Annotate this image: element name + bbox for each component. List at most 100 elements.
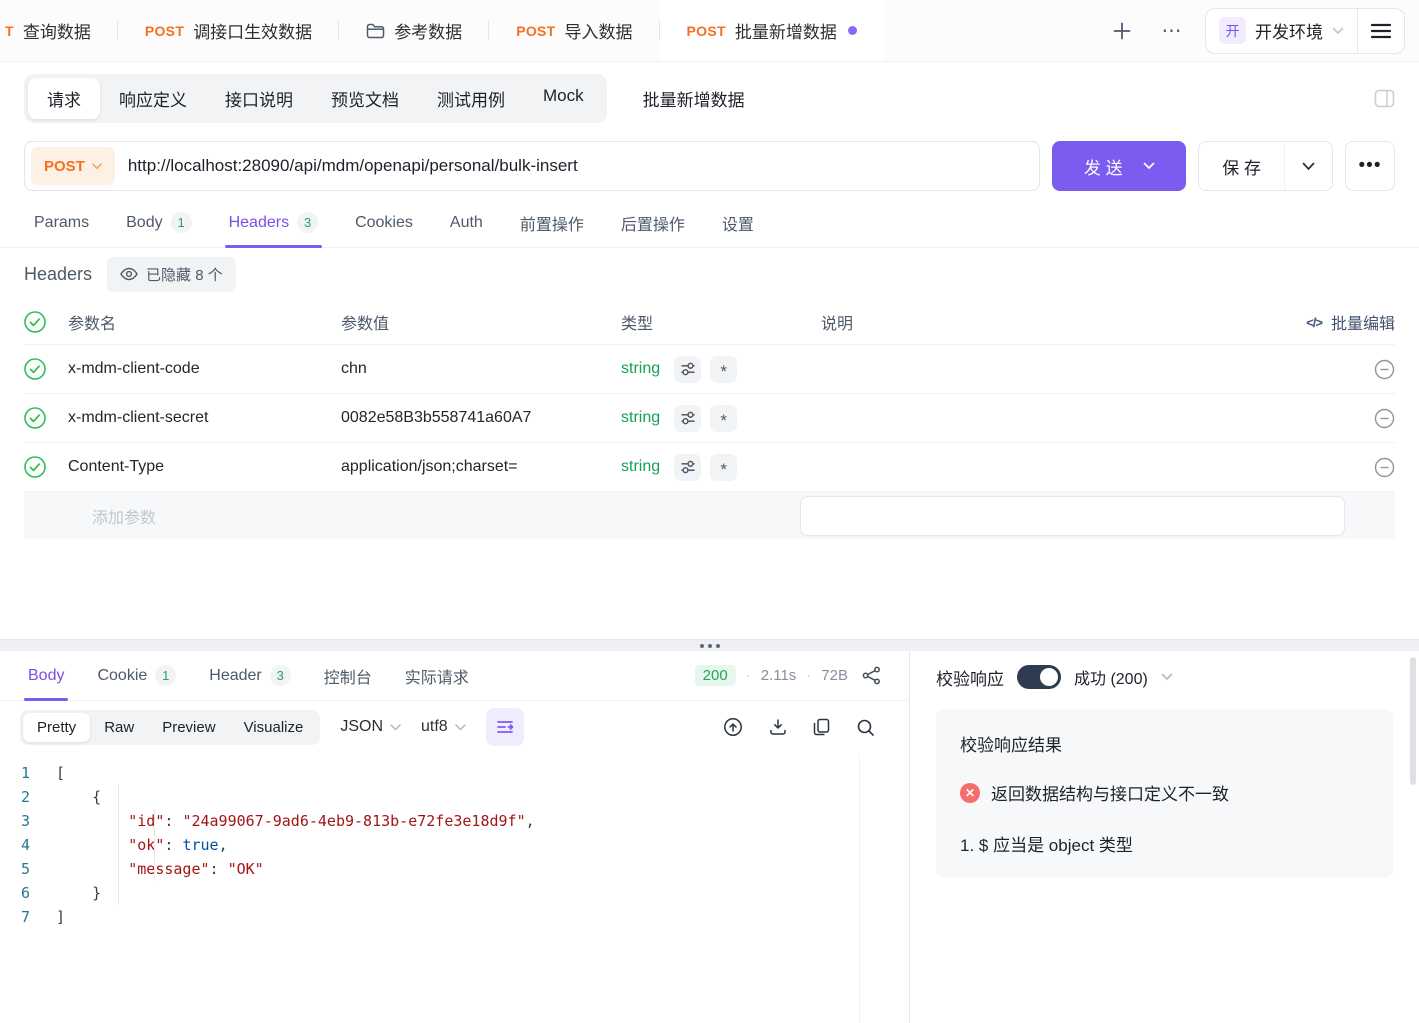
request-tab-0[interactable]: Params xyxy=(34,198,89,247)
doc-mode-4[interactable]: 测试用例 xyxy=(418,78,524,119)
view-mode-2[interactable]: Preview xyxy=(148,713,229,742)
code-content: "id": "24a99067-9ad6-4eb9-813b-e72fe3e18… xyxy=(56,809,535,833)
request-more-button[interactable]: ••• xyxy=(1345,141,1395,191)
doc-mode-3[interactable]: 预览文档 xyxy=(312,78,418,119)
doc-mode-0[interactable]: 请求 xyxy=(28,78,100,119)
request-tab-1[interactable]: Body1 xyxy=(126,198,191,247)
param-required-button[interactable]: * xyxy=(710,454,737,481)
request-tab-label: Params xyxy=(34,214,89,232)
view-mode-0[interactable]: Pretty xyxy=(23,713,90,742)
request-tab-3[interactable]: Cookies xyxy=(355,198,413,247)
param-value[interactable]: chn xyxy=(341,360,621,378)
check-circle-icon xyxy=(24,407,46,429)
request-tab-7[interactable]: 设置 xyxy=(722,198,754,247)
token: , xyxy=(526,812,535,830)
token: : xyxy=(164,812,182,830)
request-tab-label: 前置操作 xyxy=(520,211,584,235)
token: true xyxy=(182,836,218,854)
param-value[interactable]: application/json;charset= xyxy=(341,458,621,476)
method-selector[interactable]: POST xyxy=(31,147,115,185)
copy-button[interactable] xyxy=(813,718,830,736)
add-param-value-input[interactable] xyxy=(800,496,1345,536)
row-enabled-checkbox[interactable] xyxy=(24,456,68,478)
plus-icon xyxy=(1113,22,1131,40)
token: "24a99067-9ad6-4eb9-813b-e72fe3e18d9f" xyxy=(182,812,525,830)
code-line-1: 1[ xyxy=(0,761,909,785)
row-enabled-checkbox[interactable] xyxy=(24,358,68,380)
remove-row-button[interactable] xyxy=(1374,457,1395,478)
view-mode-1[interactable]: Raw xyxy=(90,713,148,742)
menu-button[interactable] xyxy=(1358,23,1404,39)
token: [ xyxy=(56,764,65,782)
response-tab-2[interactable]: Header3 xyxy=(209,651,290,700)
request-tab-5[interactable]: 前置操作 xyxy=(520,198,584,247)
request-tab-6[interactable]: 后置操作 xyxy=(621,198,685,247)
validation-error-row: ✕ 返回数据结构与接口定义不一致 xyxy=(960,780,1369,805)
param-settings-button[interactable] xyxy=(674,454,701,481)
format-code-button[interactable] xyxy=(486,708,524,746)
response-meta: 200·2.11s·72B xyxy=(695,651,881,700)
api-client-window: T查询数据POST调接口生效数据参考数据POST导入数据POST批量新增数据 ⋯… xyxy=(0,0,1419,1023)
save-options-button[interactable] xyxy=(1284,142,1332,190)
doc-mode-2[interactable]: 接口说明 xyxy=(206,78,312,119)
param-settings-button[interactable] xyxy=(674,405,701,432)
param-required-button[interactable]: * xyxy=(710,405,737,432)
copy-icon xyxy=(813,718,830,736)
doc-mode-5[interactable]: Mock xyxy=(524,78,603,119)
download-button[interactable] xyxy=(769,718,787,736)
search-button[interactable] xyxy=(856,718,875,737)
tab-overflow-button[interactable]: ⋯ xyxy=(1155,14,1189,48)
select-all-checkbox[interactable] xyxy=(24,311,68,333)
url-input[interactable]: http://localhost:28090/api/mdm/openapi/p… xyxy=(128,156,578,176)
remove-row-button[interactable] xyxy=(1374,359,1395,380)
editor-tab-3[interactable]: POST导入数据 xyxy=(489,0,659,61)
editor-tab-2[interactable]: 参考数据 xyxy=(339,0,489,61)
editor-tab-4[interactable]: POST批量新增数据 xyxy=(660,0,884,61)
upload-circle-icon xyxy=(723,717,743,737)
validate-response-toggle[interactable] xyxy=(1017,665,1061,689)
param-type-cell: string* xyxy=(621,405,821,432)
param-required-button[interactable]: * xyxy=(710,356,737,383)
chevron-down-icon[interactable] xyxy=(1161,673,1173,681)
request-tab-4[interactable]: Auth xyxy=(450,198,483,247)
token: : xyxy=(164,836,182,854)
remove-row-button[interactable] xyxy=(1374,408,1395,429)
environment-selector[interactable]: 开 开发环境 xyxy=(1206,17,1357,44)
format-dropdown[interactable]: JSON xyxy=(340,718,401,736)
param-settings-button[interactable] xyxy=(674,356,701,383)
pane-resize-handle[interactable] xyxy=(0,639,1419,651)
request-tab-2[interactable]: Headers3 xyxy=(229,198,318,247)
response-tab-1[interactable]: Cookie1 xyxy=(97,651,176,700)
save-button[interactable]: 保 存 xyxy=(1199,142,1284,190)
scrollbar-thumb[interactable] xyxy=(1410,657,1416,785)
layout-toggle-button[interactable] xyxy=(1374,89,1395,108)
url-row: POST http://localhost:28090/api/mdm/open… xyxy=(0,134,1419,198)
new-tab-button[interactable] xyxy=(1105,14,1139,48)
response-tab-0[interactable]: Body xyxy=(28,651,64,700)
editor-tab-1[interactable]: POST调接口生效数据 xyxy=(118,0,339,61)
editor-scrollbar-track[interactable] xyxy=(859,753,860,1023)
share-button[interactable] xyxy=(862,666,881,685)
unsaved-dot xyxy=(848,26,857,35)
token: , xyxy=(219,836,228,854)
tab-label: 导入数据 xyxy=(565,18,633,43)
response-body-editor[interactable]: 1[2 {3 "id": "24a99067-9ad6-4eb9-813b-e7… xyxy=(0,753,909,1023)
response-tab-3[interactable]: 控制台 xyxy=(324,651,372,700)
editor-tab-0[interactable]: T查询数据 xyxy=(0,0,118,61)
param-value[interactable]: 0082e58B3b558741a60A7 xyxy=(341,409,621,427)
row-enabled-checkbox[interactable] xyxy=(24,407,68,429)
hidden-headers-badge[interactable]: 已隐藏 8 个 xyxy=(107,257,236,292)
send-button[interactable]: 发 送 xyxy=(1052,141,1186,191)
response-tab-4[interactable]: 实际请求 xyxy=(405,651,469,700)
bulk-edit-button[interactable]: </> 批量编辑 xyxy=(1306,310,1395,334)
encoding-dropdown[interactable]: utf8 xyxy=(421,718,466,736)
toggle-knob xyxy=(1040,668,1058,686)
param-name: x-mdm-client-secret xyxy=(68,409,341,427)
toggles-icon xyxy=(680,459,696,475)
indent-guide xyxy=(154,809,155,881)
doc-mode-1[interactable]: 响应定义 xyxy=(100,78,206,119)
add-param-row[interactable]: 添加参数 xyxy=(24,491,1395,539)
response-tab-label: Cookie xyxy=(97,667,147,685)
publish-button[interactable] xyxy=(723,717,743,737)
view-mode-3[interactable]: Visualize xyxy=(230,713,318,742)
